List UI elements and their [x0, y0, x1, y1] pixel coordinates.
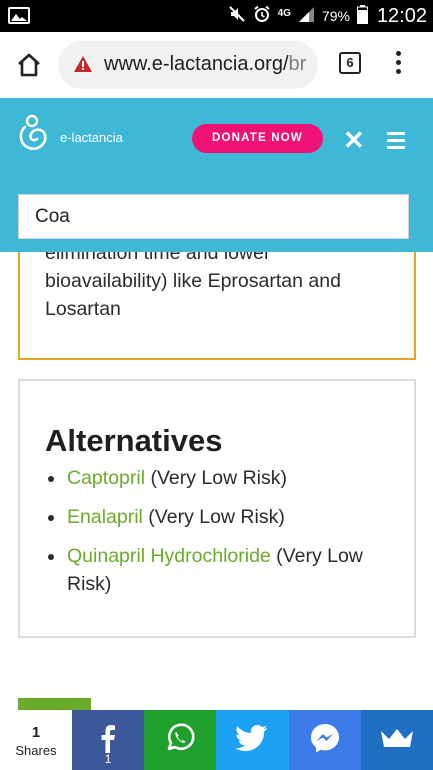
- battery-percent: 79%: [321, 8, 350, 24]
- alternatives-list: Captopril (Very Low Risk) Enalapril (Ver…: [45, 464, 385, 609]
- green-tab[interactable]: [18, 698, 91, 710]
- alarm-icon: [253, 5, 271, 27]
- status-bar: 4G 79% 12:02: [0, 0, 433, 32]
- share-count-number: 1: [31, 724, 41, 741]
- url-rest: br: [288, 53, 307, 75]
- search-input[interactable]: [19, 195, 408, 238]
- whatsapp-share-button[interactable]: [144, 710, 217, 770]
- gallery-icon: [8, 7, 30, 24]
- battery-icon: [356, 4, 368, 28]
- list-item: Quinapril Hydrochloride (Very Low Risk): [45, 542, 385, 598]
- home-icon[interactable]: [16, 52, 42, 78]
- overflow-menu-icon[interactable]: [393, 51, 403, 77]
- signal-icon: [298, 6, 315, 26]
- share-count-label: Shares: [15, 743, 57, 758]
- messenger-icon: [310, 723, 340, 758]
- e-lactancia-logo-icon[interactable]: [17, 114, 49, 157]
- url-text: www.e-lactancia.org/br: [104, 53, 306, 76]
- share-bar: 1 Shares 1: [0, 710, 433, 770]
- alternative-link[interactable]: Captopril: [67, 467, 145, 489]
- donate-button[interactable]: DONATE NOW: [192, 124, 323, 153]
- warning-icon: [74, 56, 92, 77]
- twitter-share-button[interactable]: [216, 710, 289, 770]
- logo-text[interactable]: e-lactancia: [60, 130, 123, 145]
- twitter-icon: [235, 724, 268, 756]
- tab-switcher-button[interactable]: 6: [339, 52, 361, 74]
- hamburger-menu-icon[interactable]: [387, 132, 405, 153]
- list-item: Captopril (Very Low Risk): [45, 464, 385, 492]
- clock: 12:02: [376, 4, 427, 27]
- alternatives-heading: Alternatives: [45, 423, 223, 458]
- facebook-share-button[interactable]: 1: [72, 710, 145, 770]
- list-item: Enalapril (Very Low Risk): [45, 503, 385, 531]
- alternative-link[interactable]: Enalapril: [67, 506, 143, 528]
- url-main: www.e-lactancia.org/: [104, 53, 289, 75]
- alternatives-box: Alternatives Captopril (Very Low Risk) E…: [18, 379, 416, 638]
- risk-label: (Very Low Risk): [145, 467, 287, 489]
- site-header: e-lactancia DONATE NOW ✕: [0, 98, 433, 252]
- address-bar[interactable]: www.e-lactancia.org/br: [58, 41, 318, 89]
- main-content: elimination time and lower bioavailabili…: [0, 252, 433, 710]
- messenger-share-button[interactable]: [288, 710, 361, 770]
- whatsapp-icon: [164, 722, 196, 759]
- more-share-button[interactable]: [360, 710, 433, 770]
- share-count: 1 Shares: [0, 710, 72, 770]
- mute-icon: [228, 5, 246, 27]
- facebook-share-count: 1: [104, 752, 112, 766]
- browser-toolbar: www.e-lactancia.org/br 6: [0, 32, 433, 98]
- close-icon[interactable]: ✕: [343, 127, 365, 153]
- risk-label: (Very Low Risk): [142, 506, 285, 528]
- search-field[interactable]: [18, 194, 409, 239]
- alternative-link[interactable]: Quinapril Hydrochloride: [67, 545, 271, 567]
- warning-text: elimination time and lower bioavailabili…: [45, 252, 341, 320]
- crown-icon: [380, 727, 414, 754]
- warning-box: elimination time and lower bioavailabili…: [18, 252, 416, 360]
- network-type: 4G: [277, 8, 291, 19]
